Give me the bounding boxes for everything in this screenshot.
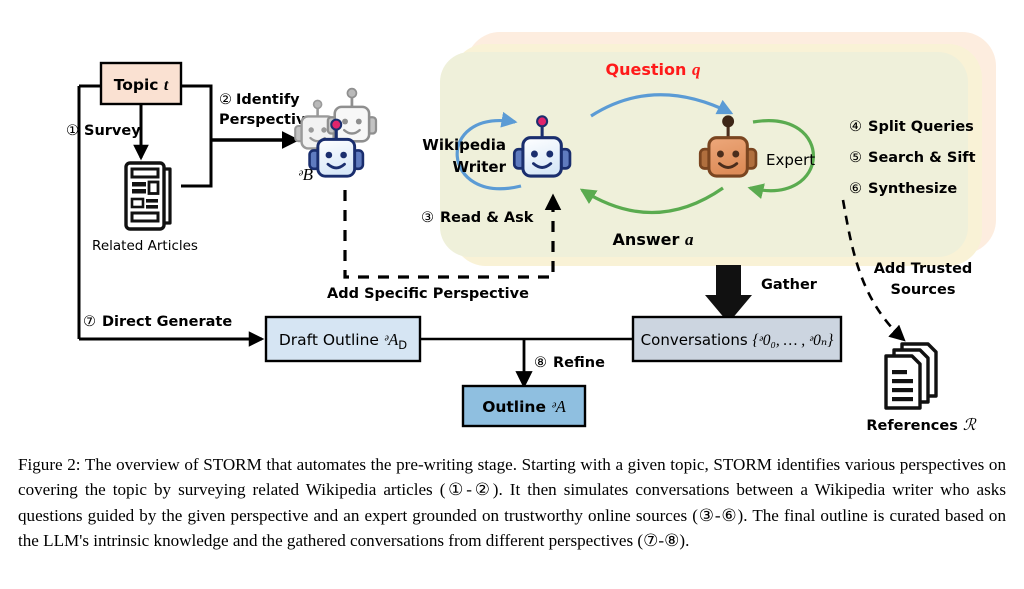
step-1-label: Survey: [84, 123, 141, 139]
svg-text:Question q: Question q: [606, 60, 701, 79]
references-label: References: [866, 418, 958, 434]
svg-text:Draft Outline ᵊAD: Draft Outline ᵊAD: [279, 330, 407, 352]
svg-text:Conversations {ᵊ0₀, … , ᵊ0ₙ}: Conversations {ᵊ0₀, … , ᵊ0ₙ}: [641, 331, 834, 349]
outline-node: Outline ᵊA: [461, 384, 587, 428]
step-6-number: ⑥: [849, 181, 862, 197]
references-symbol: ℛ: [963, 417, 977, 434]
step-4-label: Split Queries: [868, 119, 974, 135]
step-2-number: ②: [219, 92, 232, 108]
conversations-symbol: {ᵊ0₀, … , ᵊ0ₙ}: [752, 332, 834, 349]
step-5-number: ⑤: [849, 150, 862, 166]
documents-stack-icon: [884, 342, 938, 410]
gather-label: Gather: [761, 277, 818, 293]
perspectives-symbol: ᵊB: [298, 165, 313, 184]
step-survey: ① Survey: [66, 123, 141, 139]
expert-label: Expert: [766, 151, 815, 169]
related-articles-label: Related Articles: [92, 238, 198, 254]
draft-outline-symbol: ᵊA: [384, 330, 399, 349]
wikipedia-writer-label-line2: Writer: [452, 158, 506, 176]
wikipedia-writer-label-line1: Wikipedia: [422, 136, 506, 154]
step-7-label: Direct Generate: [102, 314, 232, 330]
step-4-number: ④: [849, 119, 862, 135]
add-specific-perspective-label: Add Specific Perspective: [327, 286, 529, 302]
step-search-sift: ⑤ Search & Sift: [849, 150, 976, 166]
conversations-node: Conversations {ᵊ0₀, … , ᵊ0ₙ}: [631, 315, 843, 363]
article-icon: [124, 161, 172, 231]
draft-outline-subscript: D: [398, 338, 407, 352]
step-5-label: Search & Sift: [868, 150, 976, 166]
step-7-number: ⑦: [83, 314, 96, 330]
answer-label: Answer: [613, 230, 680, 249]
step-3-number: ③: [421, 210, 434, 226]
step-3-label: Read & Ask: [440, 210, 534, 226]
robot-group-icon: ᵊB: [294, 87, 378, 184]
figure-caption: Figure 2: The overview of STORM that aut…: [18, 452, 1006, 553]
gather-edge: Gather: [705, 265, 818, 323]
step-1-number: ①: [66, 123, 79, 139]
conversations-label: Conversations: [641, 331, 748, 349]
svg-text:Answer a: Answer a: [613, 230, 694, 249]
step-2-label-line1: Identify: [236, 92, 300, 108]
step-refine: ⑧ Refine: [534, 355, 605, 371]
add-trusted-sources-label-line2: Sources: [891, 282, 956, 298]
draft-outline-label: Draft Outline: [279, 331, 379, 349]
answer-symbol: a: [685, 230, 694, 249]
topic-label: Topic: [114, 76, 159, 94]
topic-node: Topic t: [99, 61, 183, 106]
storm-overview-diagram: Topic t ① Survey Related Articles ② Iden…: [0, 0, 1024, 440]
step-read-ask: ③ Read & Ask: [421, 210, 534, 226]
svg-text:References ℛ: References ℛ: [866, 417, 977, 434]
step-6-label: Synthesize: [868, 181, 957, 197]
svg-text:Outline ᵊA: Outline ᵊA: [482, 397, 567, 416]
figure-caption-text: Figure 2: The overview of STORM that aut…: [18, 455, 1006, 550]
question-label: Question: [606, 60, 687, 79]
question-symbol: q: [692, 60, 701, 79]
outline-label: Outline: [482, 398, 546, 416]
outline-symbol: ᵊA: [551, 397, 566, 416]
add-trusted-sources-label-line1: Add Trusted: [874, 261, 973, 277]
draft-outline-node: Draft Outline ᵊAD: [264, 315, 422, 363]
svg-text:Topic t: Topic t: [114, 76, 169, 94]
step-8-label: Refine: [553, 355, 605, 371]
topic-symbol: t: [164, 77, 169, 94]
step-direct-generate: ⑦ Direct Generate: [83, 314, 232, 330]
step-split-queries: ④ Split Queries: [849, 119, 974, 135]
step-8-number: ⑧: [534, 355, 547, 371]
